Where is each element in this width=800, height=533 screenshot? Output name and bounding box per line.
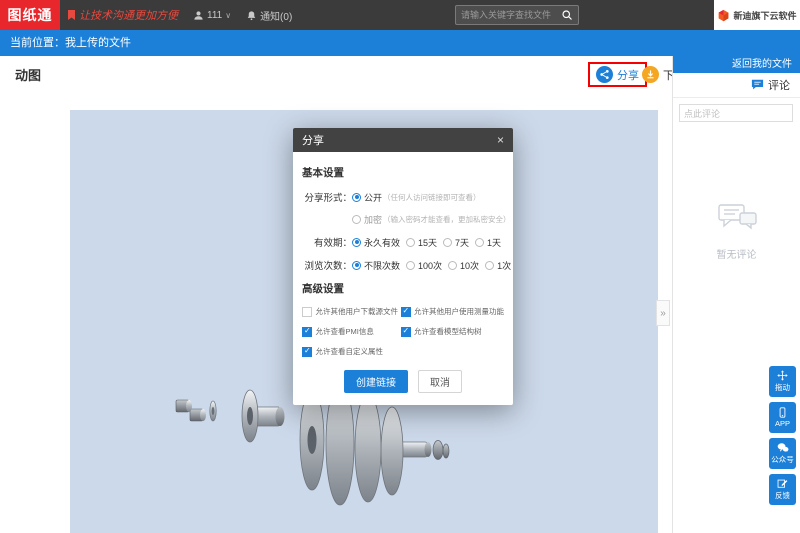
empty-comments-icon bbox=[714, 202, 760, 238]
chevron-down-icon: ∨ bbox=[225, 11, 231, 20]
back-to-files-link[interactable]: 返回我的文件 bbox=[673, 56, 800, 73]
radio-validity-15d[interactable]: 15天 bbox=[406, 236, 437, 249]
radio-validity-1d[interactable]: 1天 bbox=[475, 236, 501, 249]
checkbox-download-source[interactable]: 允许其他用户下载源文件 bbox=[302, 306, 401, 317]
radio-encrypted[interactable]: 加密 （输入密码才能查看，更加私密安全） bbox=[352, 213, 511, 226]
username: 111 bbox=[207, 10, 222, 21]
move-icon bbox=[777, 370, 788, 381]
search-box bbox=[455, 5, 579, 25]
comment-icon bbox=[751, 79, 764, 91]
chevron-right-icon: » bbox=[660, 308, 666, 319]
public-hint: （任何人访问链接即可查看） bbox=[383, 192, 481, 203]
tagline: 让技术沟通更加方便 bbox=[67, 7, 178, 23]
comment-input[interactable] bbox=[679, 104, 793, 122]
permissions-grid: 允许其他用户下载源文件 允许其他用户使用测量功能 允许查看PMI信息 允许查看模… bbox=[302, 306, 504, 357]
empty-comments: 暂无评论 bbox=[673, 202, 800, 261]
collapse-panel-tab[interactable]: » bbox=[656, 300, 670, 326]
share-type-row-2: 加密 （输入密码才能查看，更加私密安全） bbox=[302, 213, 504, 226]
dialog-buttons: 创建链接 取消 bbox=[302, 370, 504, 393]
validity-label: 有效期： bbox=[302, 235, 352, 249]
validity-row: 有效期： 永久有效 15天 7天 1天 bbox=[302, 235, 504, 249]
radio-public-control[interactable] bbox=[352, 193, 361, 202]
share-dialog-header: 分享 × bbox=[293, 128, 513, 152]
radio-views-1[interactable]: 1次 bbox=[485, 259, 511, 272]
ribbon-icon bbox=[67, 10, 76, 21]
radio-views-unlimited[interactable]: 不限次数 bbox=[352, 259, 400, 272]
radio-validity-7d[interactable]: 7天 bbox=[443, 236, 469, 249]
checkbox-measure[interactable]: 允许其他用户使用测量功能 bbox=[401, 306, 505, 317]
radio-public[interactable]: 公开 （任何人访问链接即可查看） bbox=[352, 191, 481, 204]
wechat-label: 公众号 bbox=[771, 454, 794, 465]
drag-button[interactable]: 拖动 bbox=[769, 366, 796, 397]
notification-label: 通知(0) bbox=[260, 8, 292, 23]
page-title: 动图 bbox=[15, 65, 41, 84]
top-bar: 图纸通 让技术沟通更加方便 111 ∨ 通知(0) 新迪旗下云软件 bbox=[0, 0, 800, 30]
wechat-button[interactable]: 公众号 bbox=[769, 438, 796, 469]
basic-settings-title: 基本设置 bbox=[302, 165, 504, 180]
share-button[interactable]: 分享 bbox=[596, 66, 639, 83]
download-icon bbox=[642, 66, 659, 83]
comments-header: 评论 bbox=[673, 73, 800, 98]
share-dialog: 分享 × 基本设置 分享形式： 公开 （任何人访问链接即可查看） 加密 （输入密… bbox=[293, 128, 513, 405]
close-icon[interactable]: × bbox=[497, 133, 504, 147]
feedback-button[interactable]: 反馈 bbox=[769, 474, 796, 505]
edit-icon bbox=[777, 478, 788, 489]
app-logo[interactable]: 图纸通 bbox=[0, 0, 60, 30]
search-button[interactable] bbox=[556, 6, 578, 24]
app-root: 图纸通 让技术沟通更加方便 111 ∨ 通知(0) 新迪旗下云软件 当前位置：我… bbox=[0, 0, 800, 533]
search-input[interactable] bbox=[456, 10, 556, 20]
user-menu[interactable]: 111 ∨ bbox=[193, 10, 231, 21]
breadcrumb-value[interactable]: 我上传的文件 bbox=[65, 37, 131, 49]
bell-icon bbox=[246, 10, 257, 21]
radio-views-100[interactable]: 100次 bbox=[406, 259, 442, 272]
radio-encrypted-control[interactable] bbox=[352, 215, 361, 224]
wechat-icon bbox=[777, 442, 789, 453]
share-icon bbox=[596, 66, 613, 83]
notification-button[interactable]: 通知(0) bbox=[246, 8, 292, 23]
view-limit-row: 浏览次数： 不限次数 100次 10次 1次 bbox=[302, 258, 504, 272]
radio-views-10[interactable]: 10次 bbox=[448, 259, 479, 272]
share-type-row: 分享形式： 公开 （任何人访问链接即可查看） bbox=[302, 190, 504, 204]
checkbox-custom-props[interactable]: 允许查看自定义属性 bbox=[302, 346, 401, 357]
brand-area[interactable]: 新迪旗下云软件 bbox=[714, 0, 800, 30]
empty-comments-text: 暂无评论 bbox=[717, 250, 757, 261]
view-limit-label: 浏览次数： bbox=[302, 258, 352, 272]
phone-icon bbox=[777, 407, 788, 418]
drag-label: 拖动 bbox=[775, 382, 790, 393]
cancel-button[interactable]: 取消 bbox=[418, 370, 462, 393]
advanced-settings-title: 高级设置 bbox=[302, 281, 504, 296]
magnifier-icon bbox=[561, 9, 573, 21]
app-button[interactable]: APP bbox=[769, 402, 796, 433]
share-label: 分享 bbox=[617, 67, 639, 83]
brand-name: 新迪旗下云软件 bbox=[733, 9, 796, 22]
tagline-text: 让技术沟通更加方便 bbox=[79, 7, 178, 23]
comments-title[interactable]: 评论 bbox=[768, 77, 790, 93]
share-dialog-body: 基本设置 分享形式： 公开 （任何人访问链接即可查看） 加密 （输入密码才能查看… bbox=[293, 152, 513, 405]
brand-logo-icon bbox=[717, 9, 730, 22]
share-type-label: 分享形式： bbox=[302, 190, 352, 204]
checkbox-structure-tree[interactable]: 允许查看模型结构树 bbox=[401, 326, 505, 337]
share-dialog-title: 分享 bbox=[302, 132, 324, 148]
breadcrumb-bar: 当前位置：我上传的文件 bbox=[0, 30, 800, 56]
create-link-button[interactable]: 创建链接 bbox=[344, 370, 408, 393]
feedback-label: 反馈 bbox=[775, 490, 790, 501]
person-icon bbox=[193, 10, 204, 21]
encrypted-hint: （输入密码才能查看，更加私密安全） bbox=[383, 214, 511, 225]
app-label: APP bbox=[775, 419, 790, 428]
share-annotation-box: 分享 bbox=[588, 62, 647, 87]
floating-toolbar: 拖动 APP 公众号 反馈 bbox=[769, 366, 796, 505]
breadcrumb-label: 当前位置： bbox=[10, 37, 65, 49]
checkbox-pmi[interactable]: 允许查看PMI信息 bbox=[302, 326, 401, 337]
radio-validity-forever[interactable]: 永久有效 bbox=[352, 236, 400, 249]
